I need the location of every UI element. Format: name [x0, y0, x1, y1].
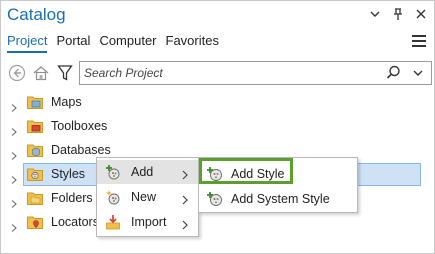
- menu-item-new[interactable]: New: [97, 185, 198, 209]
- chevron-down-icon[interactable]: [413, 66, 423, 85]
- menu-item-add[interactable]: Add: [97, 160, 198, 184]
- expand-arrow-icon[interactable]: [11, 219, 17, 232]
- tree-item-locators[interactable]: Locators: [1, 211, 434, 234]
- tree-item-label: Databases: [51, 143, 111, 157]
- new-icon: [105, 189, 121, 205]
- import-icon: [105, 214, 121, 230]
- menu-item-label: Import: [131, 215, 167, 229]
- tree-item-label: Maps: [51, 95, 82, 109]
- maps-folder-icon: [27, 95, 43, 109]
- expand-arrow-icon[interactable]: [11, 195, 17, 208]
- tab-strip: Project Portal Computer Favorites: [7, 33, 228, 53]
- locators-folder-icon: [27, 215, 43, 229]
- add-icon: [105, 164, 121, 180]
- tab-favorites[interactable]: Favorites: [166, 33, 219, 53]
- title-bar: Catalog: [1, 1, 434, 31]
- tree-item-label: Folders: [51, 191, 93, 205]
- tree-item-label: Locators: [51, 215, 99, 229]
- menu-item-label: Add: [131, 165, 154, 179]
- tab-computer[interactable]: Computer: [99, 33, 156, 53]
- hamburger-menu-icon[interactable]: [412, 35, 426, 47]
- pin-icon[interactable]: [391, 7, 405, 21]
- search-icon[interactable]: [386, 65, 401, 85]
- submenu-arrow-icon: [182, 192, 188, 205]
- back-arrow-icon[interactable]: [7, 63, 27, 83]
- expand-arrow-icon[interactable]: [11, 123, 17, 136]
- menu-item-add-system-style[interactable]: Add System Style: [199, 187, 357, 211]
- expand-arrow-icon[interactable]: [11, 99, 17, 112]
- search-input[interactable]: [84, 65, 374, 81]
- submenu-arrow-icon: [182, 217, 188, 230]
- focus-outline: [199, 158, 293, 184]
- tree-item-toolboxes[interactable]: Toolboxes: [1, 115, 434, 138]
- expand-arrow-icon[interactable]: [11, 147, 17, 160]
- tree-item-maps[interactable]: Maps: [1, 91, 434, 114]
- add-system-style-icon: [206, 191, 224, 207]
- databases-folder-icon: [27, 143, 43, 157]
- menu-item-label: New: [131, 190, 157, 204]
- menu-item-import[interactable]: Import: [97, 210, 198, 234]
- toolboxes-folder-icon: [27, 119, 43, 133]
- pane-title: Catalog: [7, 5, 66, 24]
- chevron-down-icon[interactable]: [368, 7, 382, 21]
- folders-folder-icon: [27, 191, 43, 205]
- menu-item-label: Add System Style: [231, 192, 330, 206]
- close-icon[interactable]: [414, 7, 428, 21]
- expand-arrow-icon[interactable]: [11, 171, 17, 184]
- submenu-arrow-icon: [182, 167, 188, 180]
- home-icon[interactable]: [31, 63, 51, 83]
- context-menu: Add New Import: [96, 157, 199, 237]
- search-box: [79, 61, 432, 85]
- title-controls: [368, 7, 428, 21]
- tab-portal[interactable]: Portal: [56, 33, 90, 53]
- tab-project[interactable]: Project: [7, 33, 48, 53]
- toolbar: [5, 61, 433, 85]
- filter-icon[interactable]: [55, 63, 75, 83]
- tree-item-label: Toolboxes: [51, 119, 108, 133]
- tree-item-label: Styles: [51, 167, 86, 181]
- styles-folder-icon: [27, 167, 43, 181]
- catalog-pane: Catalog Project Portal Computer Favorite…: [0, 0, 435, 254]
